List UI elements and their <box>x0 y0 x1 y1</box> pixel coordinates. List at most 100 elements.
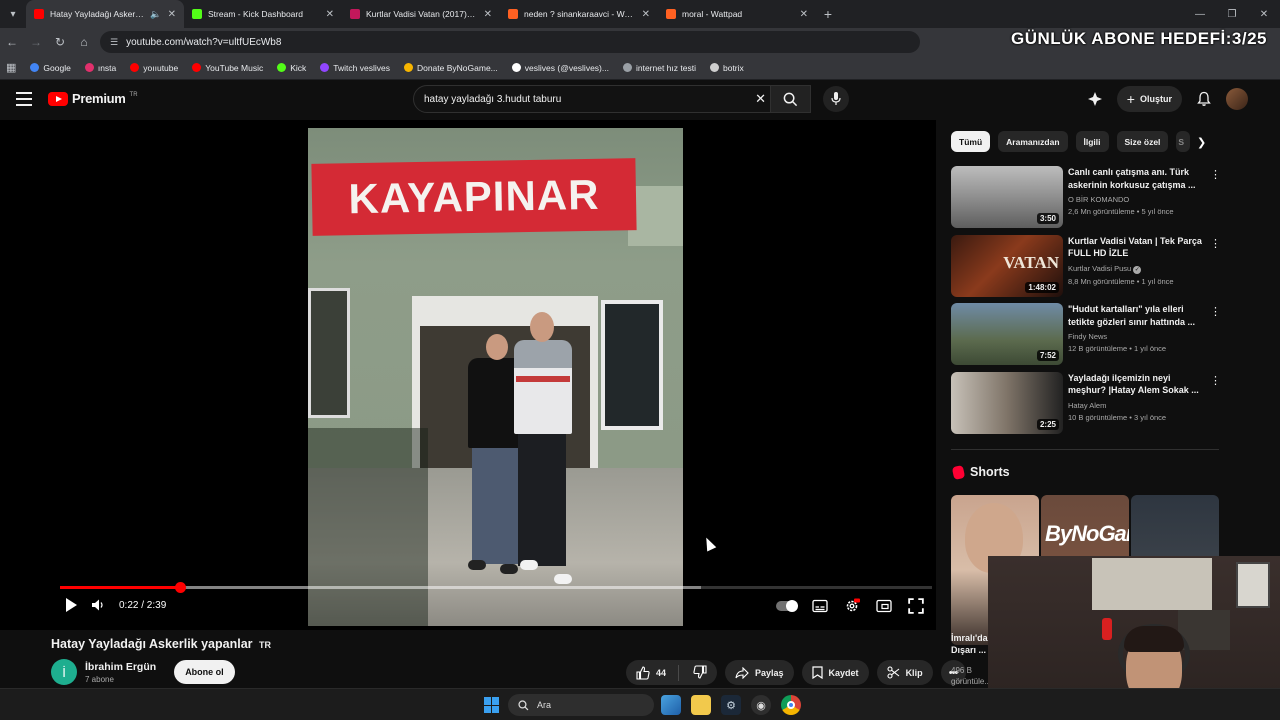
recommended-video[interactable]: 7:52 "Hudut kartalları" yıla elleri tetik… <box>951 303 1231 365</box>
bookmark-label: Donate ByNoGame... <box>416 62 498 73</box>
bookmark-item[interactable]: veslives (@veslives)... <box>511 63 609 73</box>
search-button[interactable] <box>770 86 810 112</box>
notifications-bell-icon[interactable] <box>1196 91 1212 107</box>
browser-tab[interactable]: Hatay Yayladağı Askerlik ya 🔈 ✕ <box>26 0 184 28</box>
chevron-right-icon[interactable]: ❯ <box>1197 136 1206 149</box>
filter-chip[interactable]: Size özel <box>1116 131 1169 152</box>
browser-tab[interactable]: Kurtlar Vadisi Vatan (2017) - Bo ✕ <box>342 0 500 28</box>
browser-tab[interactable]: neden ? sinankaraavci - Wattpa ✕ <box>500 0 658 28</box>
filter-chip[interactable]: Aramanızdan <box>998 131 1068 152</box>
apps-grid-icon[interactable]: ▦ <box>6 61 16 74</box>
video-title[interactable]: Yayladağı ilçemizin neyi meşhur? |Hatay … <box>1068 372 1208 397</box>
volume-icon[interactable] <box>91 598 105 612</box>
browser-tab[interactable]: Stream - Kick Dashboard ✕ <box>184 0 342 28</box>
photos-app-icon[interactable] <box>661 695 681 715</box>
more-options-icon[interactable]: ⋮ <box>1210 168 1221 181</box>
youtube-logo[interactable]: Premium TR <box>48 91 138 106</box>
bookmark-item[interactable]: Donate ByNoGame... <box>403 62 498 73</box>
short-caption[interactable]: İmralı'da Dışarı ... <box>951 632 989 656</box>
tab-close-icon[interactable]: ✕ <box>326 9 334 20</box>
subtitles-icon[interactable] <box>812 598 828 614</box>
tab-audio-icon[interactable]: 🔈 <box>150 9 161 20</box>
back-icon[interactable]: ← <box>0 35 24 49</box>
like-icon[interactable] <box>636 665 650 680</box>
video-title-text: Hatay Yayladağı Askerlik yapanlar <box>51 637 253 651</box>
minimize-icon[interactable]: — <box>1184 0 1216 28</box>
windows-start-icon[interactable] <box>484 697 500 713</box>
premium-sparkle-icon[interactable] <box>1087 91 1103 107</box>
progress-bar[interactable] <box>60 582 932 593</box>
channel-avatar[interactable]: İ <box>51 659 77 685</box>
frame-person-1-head <box>486 334 508 360</box>
autoplay-toggle[interactable] <box>776 600 798 612</box>
filter-chip[interactable]: İlgili <box>1075 131 1109 152</box>
filter-chip[interactable]: S <box>1176 131 1191 152</box>
clear-search-icon[interactable]: ✕ <box>755 91 766 107</box>
save-button[interactable]: Kaydet <box>801 660 869 685</box>
recommended-video[interactable]: 3:50 Canlı canlı çatışma anı. Türk askeri… <box>951 166 1231 228</box>
progress-scrubber[interactable] <box>175 582 187 593</box>
video-title[interactable]: Canlı canlı çatışma anı. Türk askerinin … <box>1068 166 1208 191</box>
video-title[interactable]: "Hudut kartalları" yıla elleri tetikte g… <box>1068 303 1208 328</box>
more-options-icon[interactable]: ⋮ <box>1210 237 1221 250</box>
tab-close-icon[interactable]: ✕ <box>168 9 176 20</box>
settings-gear-icon[interactable] <box>844 598 860 614</box>
video-title[interactable]: Kurtlar Vadisi Vatan | Tek Parça FULL HD… <box>1068 235 1208 260</box>
account-avatar[interactable] <box>1226 88 1248 110</box>
miniplayer-icon[interactable] <box>876 598 892 614</box>
close-window-icon[interactable]: ✕ <box>1248 0 1280 28</box>
create-button[interactable]: + Oluştur <box>1116 86 1182 112</box>
more-options-icon[interactable]: ⋮ <box>1210 305 1221 318</box>
more-options-icon[interactable]: ⋮ <box>1210 374 1221 387</box>
filter-chip[interactable]: Tümü <box>951 131 991 152</box>
channel-name[interactable]: O BİR KOMANDO <box>1068 195 1129 204</box>
home-icon[interactable]: ⌂ <box>72 35 96 49</box>
bookmark-item[interactable]: Kick <box>277 63 306 73</box>
recommended-video[interactable]: 2:25 Yayladağı ilçemizin neyi meşhur? |Ha… <box>951 371 1231 434</box>
bookmark-item[interactable]: Google <box>30 63 71 73</box>
site-info-icon[interactable]: ☰ <box>110 37 118 48</box>
channel-name[interactable]: Hatay Alem <box>1068 401 1106 410</box>
video-thumbnail[interactable]: VATAN 1:48:02 <box>951 234 1063 297</box>
video-thumbnail[interactable]: 7:52 <box>951 303 1063 365</box>
voice-search-button[interactable] <box>823 86 849 112</box>
reload-icon[interactable]: ↻ <box>48 35 72 49</box>
share-button[interactable]: Paylaş <box>725 660 794 685</box>
new-tab-button[interactable]: + <box>816 6 840 22</box>
video-thumbnail[interactable]: 2:25 <box>951 371 1063 434</box>
video-thumbnail[interactable]: 3:50 <box>951 166 1063 228</box>
search-input[interactable]: hatay yayladağı 3.hudut taburu ✕ <box>413 85 811 113</box>
tab-close-icon[interactable]: ✕ <box>800 9 808 20</box>
bookmark-item[interactable]: botrix <box>709 63 744 73</box>
video-player[interactable]: KAYAPINAR 0:22 / 2:39 <box>0 120 936 630</box>
channel-name[interactable]: Findy News <box>1068 332 1107 341</box>
dislike-button[interactable] <box>689 664 717 681</box>
taskbar-search[interactable]: Ara <box>508 694 654 716</box>
clip-button[interactable]: Klip <box>876 660 933 685</box>
play-button[interactable] <box>66 598 77 612</box>
scissors-icon <box>887 666 899 679</box>
bookmark-item[interactable]: Twitch veslives <box>320 63 390 73</box>
subscribe-button[interactable]: Abone ol <box>174 660 235 684</box>
bookmark-item[interactable]: yoııutube <box>130 63 178 73</box>
chrome-icon[interactable] <box>781 695 801 715</box>
steam-icon[interactable]: ⚙ <box>721 695 741 715</box>
file-explorer-icon[interactable] <box>691 695 711 715</box>
bookmark-item[interactable]: YouTube Music <box>192 63 263 73</box>
browser-tab[interactable]: moral - Wattpad ✕ <box>658 0 816 28</box>
tab-close-icon[interactable]: ✕ <box>642 9 650 20</box>
like-count[interactable]: 44 <box>656 668 666 678</box>
streaming-app-icon[interactable]: ◉ <box>751 695 771 715</box>
tab-close-icon[interactable]: ✕ <box>484 9 492 20</box>
forward-icon[interactable]: → <box>24 35 48 49</box>
menu-icon[interactable] <box>16 92 32 106</box>
restore-icon[interactable]: ❐ <box>1216 0 1248 28</box>
channel-name[interactable]: Kurtlar Vadisi Pusu <box>1068 264 1131 273</box>
url-field[interactable]: ☰ youtube.com/watch?v=ultfUEcWb8 <box>100 31 920 53</box>
bookmark-item[interactable]: ınsta <box>84 63 116 73</box>
fullscreen-icon[interactable] <box>908 598 924 614</box>
bookmark-item[interactable]: internet hız testi <box>622 63 696 73</box>
recommended-video[interactable]: VATAN 1:48:02 Kurtlar Vadisi Vatan | Tek P… <box>951 234 1231 297</box>
channel-name[interactable]: İbrahim Ergün <box>85 661 156 673</box>
tab-search-icon[interactable]: ▾ <box>0 0 26 28</box>
